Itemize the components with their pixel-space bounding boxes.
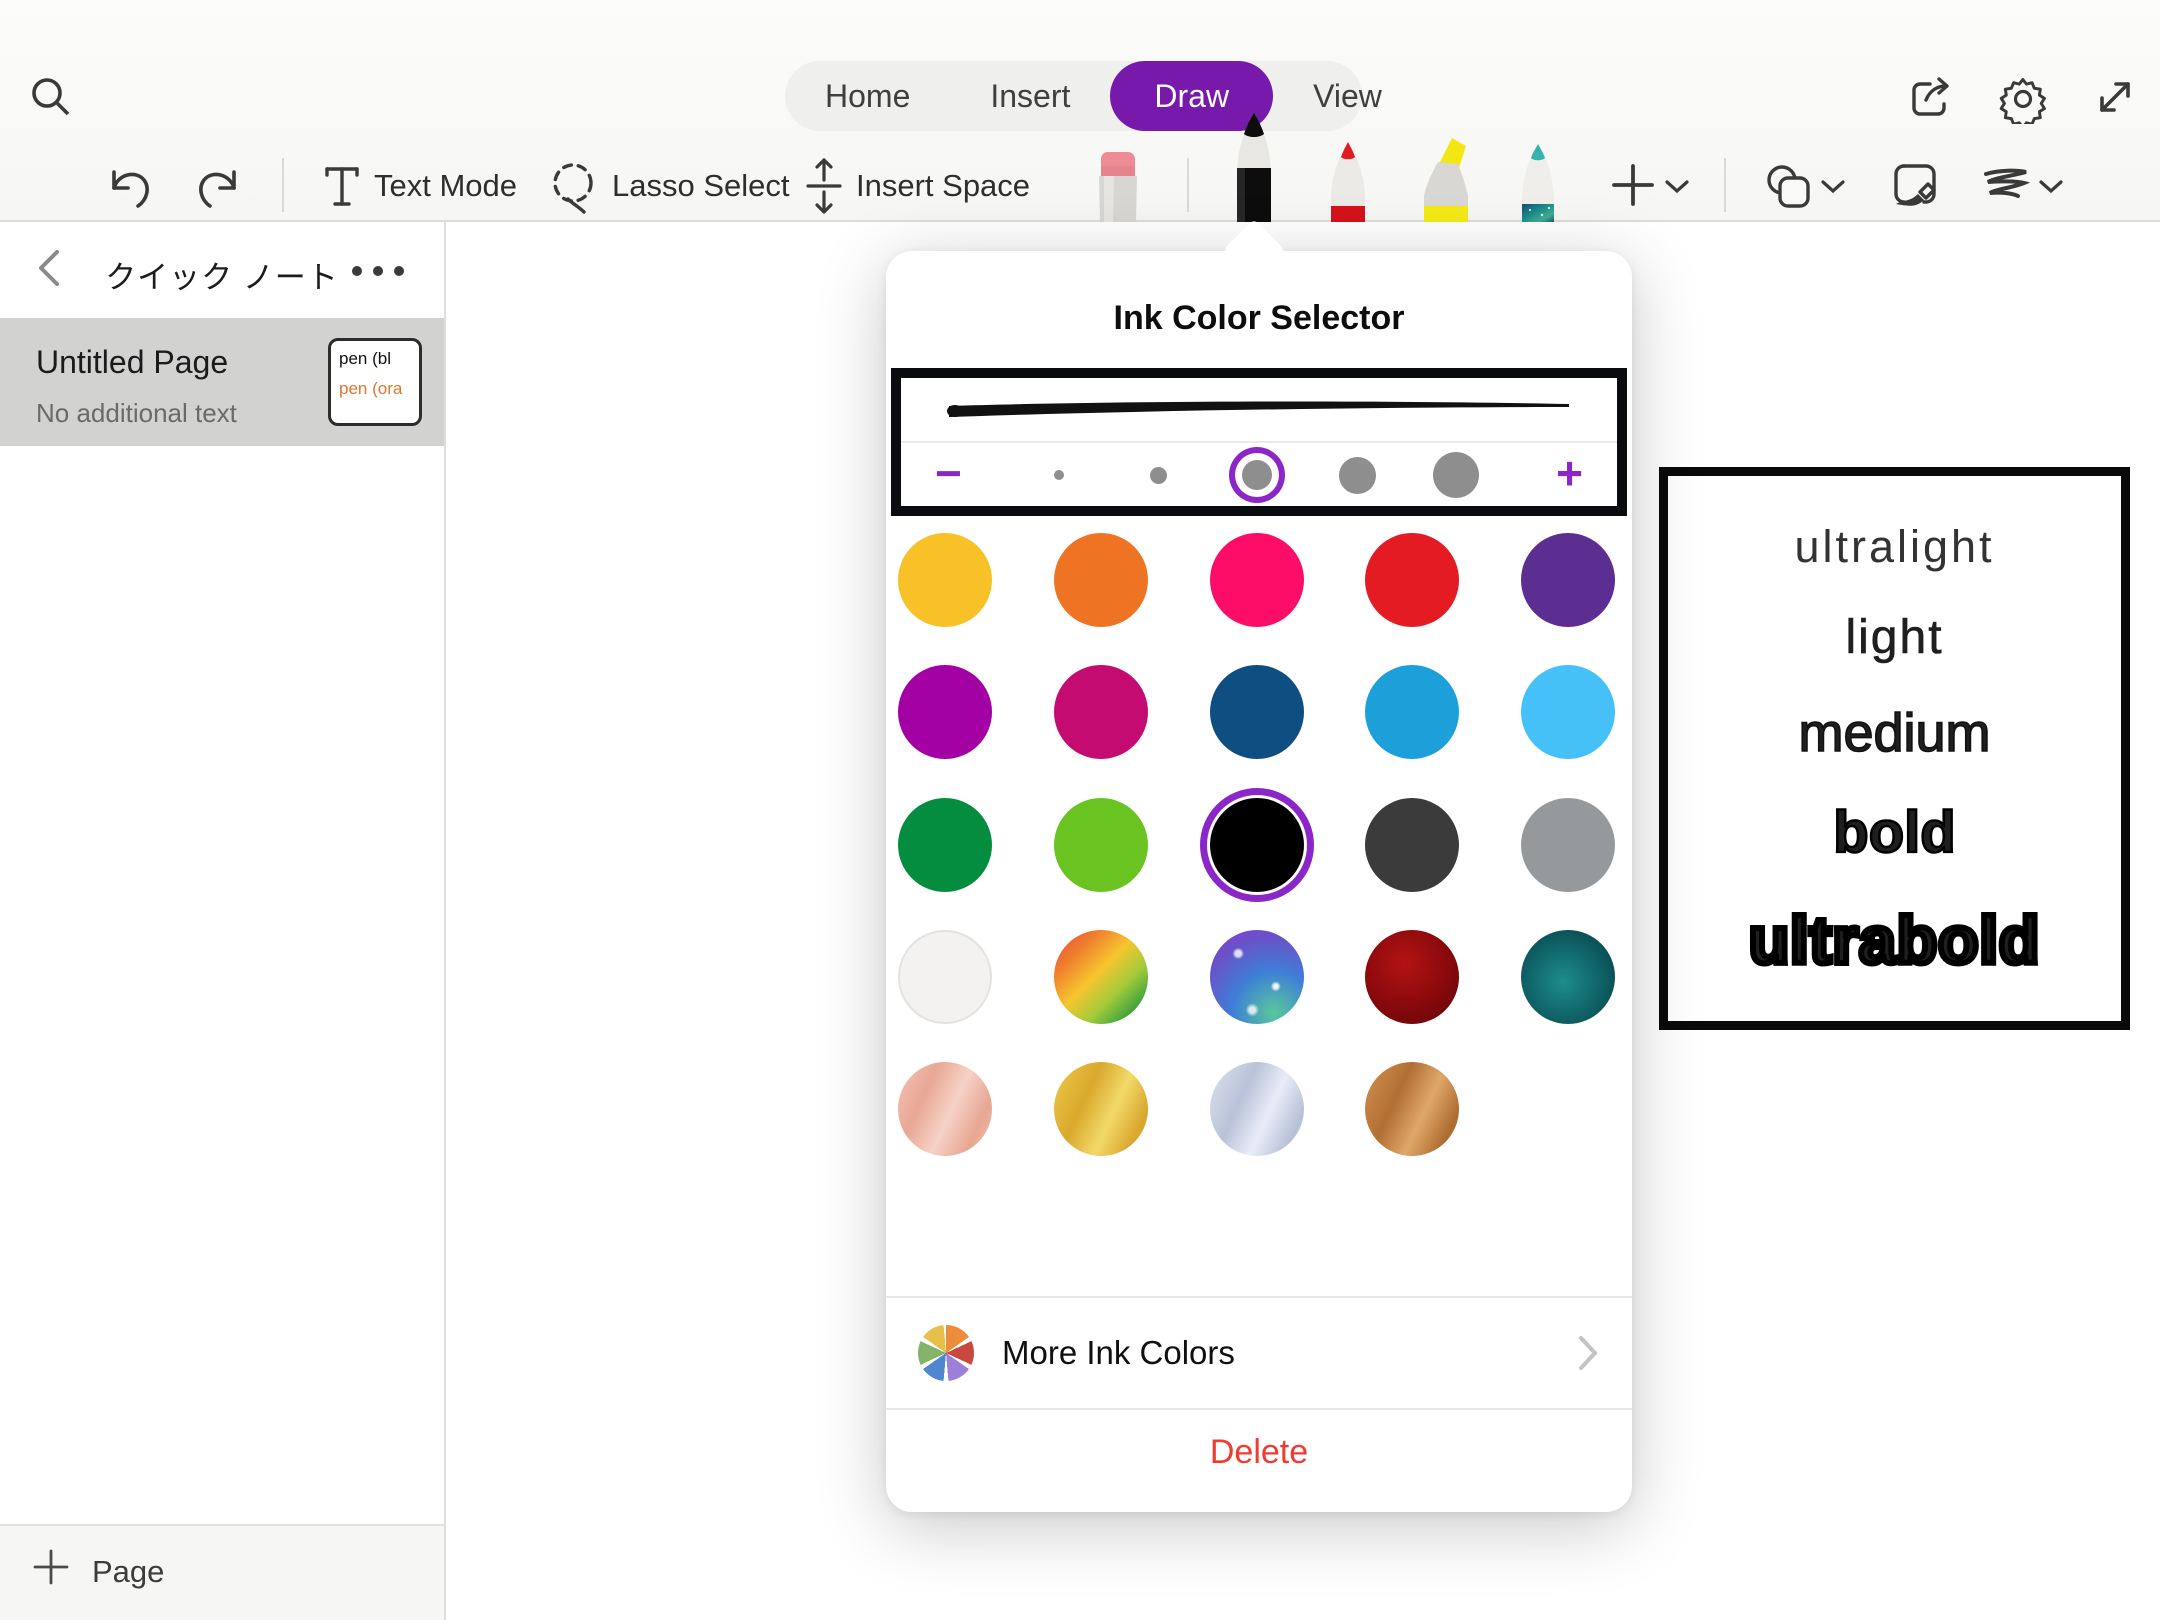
ink-color-swatch-copper[interactable]: [1365, 1062, 1459, 1156]
size-dot-2[interactable]: [1150, 467, 1167, 484]
eraser-tool[interactable]: [1094, 152, 1142, 222]
tab-insert[interactable]: Insert: [950, 61, 1110, 131]
popover-divider: [886, 1408, 1632, 1410]
page-list-item-selected[interactable]: Untitled Page No additional text pen (bl…: [0, 318, 444, 446]
more-ink-colors-row[interactable]: More Ink Colors: [886, 1298, 1632, 1408]
add-page-button[interactable]: Page: [0, 1524, 444, 1620]
thumbnail-ink-line-orange: pen (ora: [339, 379, 419, 399]
ink-color-selector-popover: Ink Color Selector − + More Ink Colors D…: [886, 251, 1632, 1512]
add-page-label: Page: [92, 1554, 164, 1590]
ink-color-swatch-dark-gray[interactable]: [1365, 798, 1459, 892]
page-thumbnail: pen (bl pen (ora: [328, 338, 422, 426]
lasso-select-button[interactable]: Lasso Select: [612, 168, 790, 204]
handwriting-line-ultralight: ultralight: [1794, 524, 1994, 569]
highlighter-yellow-tool[interactable]: [1414, 136, 1476, 222]
ink-color-swatch-galaxy-glitter[interactable]: [1210, 930, 1304, 1024]
insert-space-icon[interactable]: [804, 156, 844, 216]
size-dot-5[interactable]: [1433, 452, 1479, 498]
plus-icon: [32, 1548, 70, 1586]
ink-color-swatch-dark-blue[interactable]: [1210, 665, 1304, 759]
handwriting-line-bold: bold: [1833, 804, 1955, 862]
ink-color-swatch-silver[interactable]: [1210, 1062, 1304, 1156]
sidebar-header: クイック ノート: [0, 222, 444, 318]
size-dot-1[interactable]: [1054, 470, 1064, 480]
search-icon[interactable]: [26, 72, 76, 122]
shapes-icon[interactable]: [1763, 162, 1813, 210]
ink-color-swatch-gold[interactable]: [1054, 1062, 1148, 1156]
toolbar-divider: [282, 158, 284, 212]
page-subtitle: No additional text: [36, 398, 237, 429]
add-pen-chevron-down-icon[interactable]: [1664, 178, 1690, 194]
more-ink-colors-label: More Ink Colors: [1002, 1334, 1235, 1372]
undo-icon[interactable]: [106, 162, 152, 210]
shapes-chevron-down-icon[interactable]: [1820, 178, 1846, 194]
redo-icon[interactable]: [196, 162, 242, 210]
size-dot-row: − +: [901, 443, 1617, 506]
top-bar: HomeInsertDrawView: [0, 0, 2160, 222]
ink-to-shape-chevron-down-icon[interactable]: [2038, 178, 2064, 194]
ink-color-swatch-white[interactable]: [898, 930, 992, 1024]
ink-color-swatch-red[interactable]: [1365, 533, 1459, 627]
ink-color-swatch-pink[interactable]: [1210, 533, 1304, 627]
popover-title: Ink Color Selector: [886, 299, 1632, 338]
ink-color-swatch-black[interactable]: [1210, 798, 1304, 892]
ink-annotate-icon[interactable]: [1890, 160, 1940, 210]
text-mode-icon[interactable]: [324, 164, 360, 208]
lasso-select-icon[interactable]: [546, 158, 600, 216]
toolbar-divider: [1187, 158, 1189, 212]
add-pen-button[interactable]: [1608, 160, 1658, 210]
delete-button[interactable]: Delete: [886, 1433, 1632, 1472]
insert-space-button[interactable]: Insert Space: [856, 168, 1030, 204]
handwriting-line-light: light: [1845, 614, 1943, 662]
toolbar-divider: [1724, 158, 1726, 212]
size-dot-4[interactable]: [1339, 457, 1376, 494]
fullscreen-expand-icon[interactable]: [2092, 74, 2140, 122]
ink-color-swatch-dark-teal-marble[interactable]: [1521, 930, 1615, 1024]
stroke-width-preview: [947, 396, 1571, 422]
size-minus-button[interactable]: −: [935, 445, 962, 501]
share-icon[interactable]: [1906, 74, 1954, 122]
more-options-ellipsis-icon[interactable]: [352, 266, 404, 276]
stroke-size-selector: − +: [891, 368, 1627, 516]
tab-view[interactable]: View: [1273, 61, 1422, 131]
thumbnail-ink-line-black: pen (bl: [339, 349, 419, 369]
settings-gear-icon[interactable]: [1998, 74, 2046, 122]
ink-color-swatch-lime-green[interactable]: [1054, 798, 1148, 892]
color-wheel-icon: [918, 1325, 974, 1381]
ink-color-swatch-sky-blue[interactable]: [1521, 665, 1615, 759]
pen-black-tool[interactable]: [1228, 110, 1280, 222]
page-title: Untitled Page: [36, 344, 228, 381]
pen-galaxy-tool[interactable]: [1512, 142, 1564, 222]
ink-color-swatch-violet[interactable]: [898, 665, 992, 759]
ink-color-swatch-gray[interactable]: [1521, 798, 1615, 892]
ink-color-swatch-rose-gold[interactable]: [898, 1062, 992, 1156]
handwriting-line-ultrabold: ultrabold: [1749, 907, 2040, 973]
ink-color-swatch-green[interactable]: [898, 798, 992, 892]
handwriting-line-medium: medium: [1798, 706, 1990, 760]
ink-color-swatch-orange[interactable]: [1054, 533, 1148, 627]
ink-to-shape-squiggle-icon[interactable]: [1982, 168, 2030, 206]
chevron-right-icon: [1576, 1334, 1600, 1372]
size-dot-3[interactable]: [1242, 460, 1272, 490]
page-list-sidebar: クイック ノート Untitled Page No additional tex…: [0, 222, 446, 1620]
ink-color-swatch-blue[interactable]: [1365, 665, 1459, 759]
ink-color-swatch-purple[interactable]: [1521, 533, 1615, 627]
ink-color-swatch-magenta[interactable]: [1054, 665, 1148, 759]
tab-home[interactable]: Home: [785, 61, 950, 131]
pen-red-tool[interactable]: [1324, 140, 1372, 222]
ink-color-swatch-rainbow-glitter[interactable]: [1054, 930, 1148, 1024]
ink-color-swatch-yellow[interactable]: [898, 533, 992, 627]
ink-color-swatch-dark-red-marble[interactable]: [1365, 930, 1459, 1024]
handwriting-weight-sample-box: ultralight light medium bold ultrabold: [1659, 467, 2130, 1030]
size-plus-button[interactable]: +: [1556, 445, 1583, 501]
text-mode-button[interactable]: Text Mode: [374, 168, 517, 204]
